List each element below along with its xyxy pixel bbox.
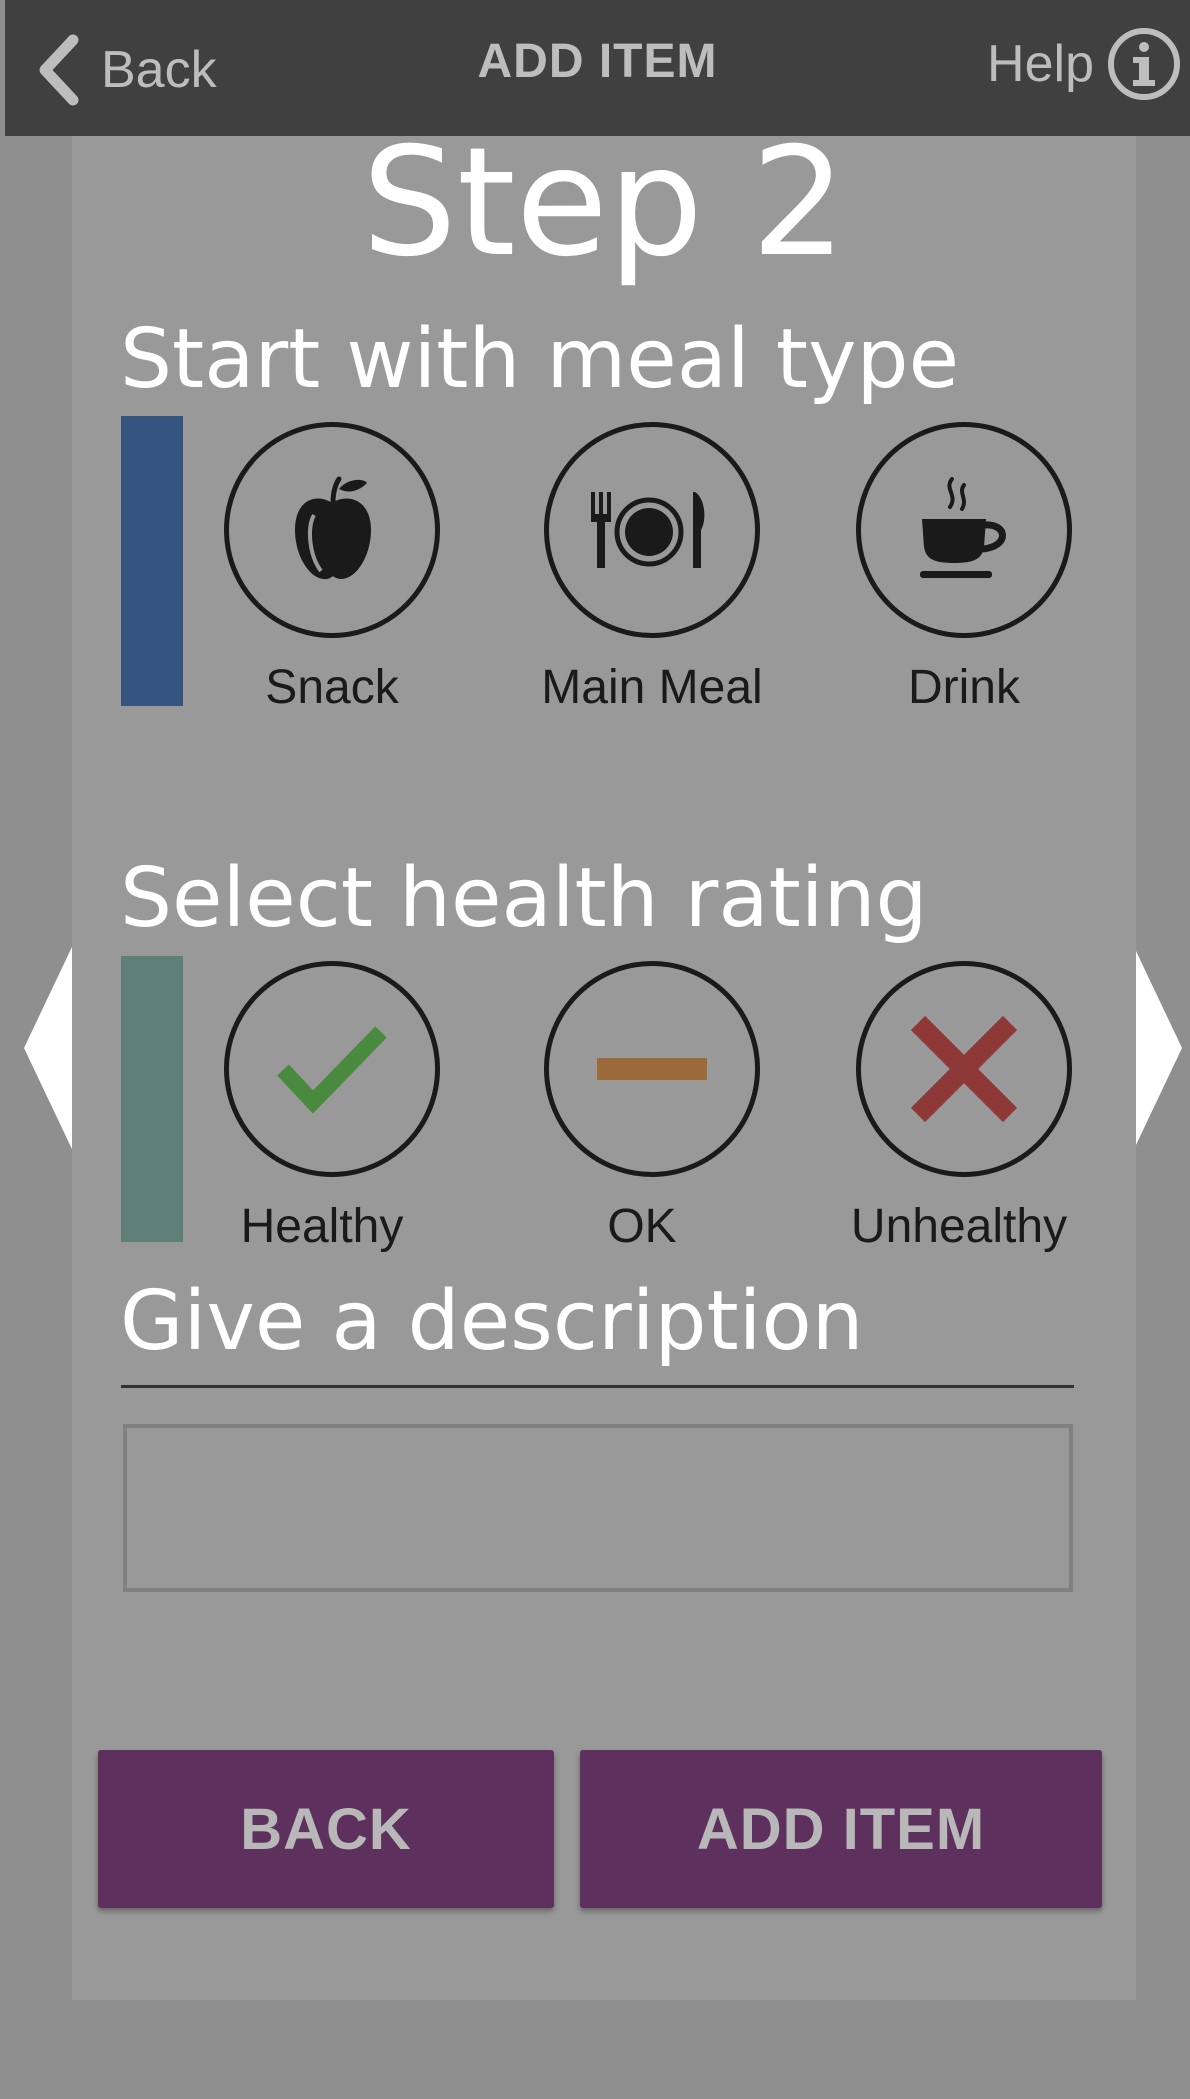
info-icon bbox=[1108, 28, 1180, 100]
description-heading: Give a description bbox=[120, 1274, 864, 1369]
checkmark-icon bbox=[277, 1026, 387, 1114]
help-label: Help bbox=[987, 35, 1094, 93]
dash-icon bbox=[597, 1058, 707, 1080]
meal-type-accent-bar bbox=[121, 416, 183, 706]
drink-circle bbox=[856, 422, 1072, 638]
ok-label: OK bbox=[607, 1200, 677, 1253]
meal-option-snack[interactable]: Snack bbox=[212, 422, 452, 715]
main-meal-circle bbox=[544, 422, 760, 638]
add-item-button[interactable]: ADD ITEM bbox=[580, 1750, 1102, 1908]
snack-circle bbox=[224, 422, 440, 638]
form-panel: Step 2 Start with meal type Snack Main M… bbox=[72, 128, 1136, 2000]
help-button[interactable]: Help bbox=[987, 26, 1182, 102]
meal-option-main-meal[interactable]: Main Meal bbox=[532, 422, 772, 715]
healthy-circle bbox=[224, 961, 440, 1177]
drink-label: Drink bbox=[907, 661, 1020, 714]
snack-label: Snack bbox=[265, 661, 399, 714]
step-title: Step 2 bbox=[361, 116, 847, 290]
unhealthy-label: Unhealthy bbox=[850, 1200, 1068, 1253]
back-button-label: BACK bbox=[240, 1796, 412, 1862]
main-meal-label: Main Meal bbox=[541, 661, 763, 714]
coffee-cup-icon bbox=[920, 477, 1006, 578]
health-rating-heading: Select health rating bbox=[120, 851, 928, 946]
cross-icon bbox=[910, 1015, 1018, 1123]
health-option-unhealthy[interactable]: Unhealthy bbox=[844, 961, 1084, 1254]
healthy-label: Healthy bbox=[240, 1200, 404, 1253]
add-item-button-label: ADD ITEM bbox=[696, 1796, 986, 1862]
health-option-healthy[interactable]: Healthy bbox=[212, 961, 452, 1254]
plate-cutlery-icon bbox=[591, 492, 705, 568]
ok-circle bbox=[544, 961, 760, 1177]
apple-icon bbox=[295, 476, 371, 580]
meal-type-heading: Start with meal type bbox=[120, 312, 960, 407]
health-rating-accent-bar bbox=[121, 956, 183, 1242]
description-input[interactable] bbox=[123, 1424, 1073, 1592]
description-divider bbox=[121, 1385, 1074, 1388]
back-button[interactable]: BACK bbox=[98, 1750, 554, 1908]
unhealthy-circle bbox=[856, 961, 1072, 1177]
meal-option-drink[interactable]: Drink bbox=[844, 422, 1084, 715]
health-option-ok[interactable]: OK bbox=[532, 961, 772, 1254]
